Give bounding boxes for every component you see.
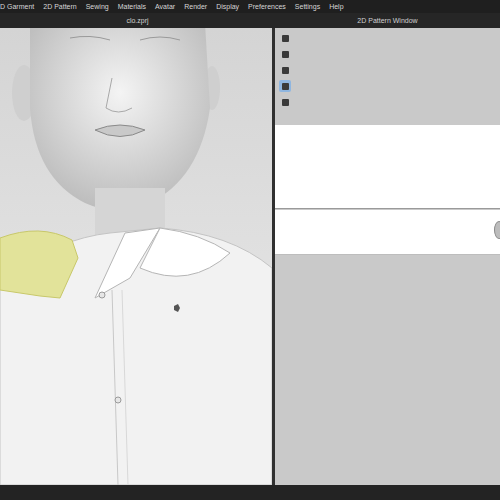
avatar-icon [0, 28, 272, 485]
3d-viewport[interactable] [0, 28, 272, 485]
menu-item[interactable]: Settings [295, 0, 320, 13]
pattern-tool-icon[interactable] [279, 48, 291, 60]
menu-item[interactable]: Avatar [155, 0, 175, 13]
status-bar [0, 485, 500, 500]
2d-pattern-window[interactable] [275, 28, 500, 485]
menu-item[interactable]: 2D Pattern [43, 0, 76, 13]
title-bar: clo.zprj2D Pattern Window [0, 13, 500, 28]
pattern-tool-icon[interactable] [279, 96, 291, 108]
menu-item[interactable]: Materials [118, 0, 146, 13]
pattern-window-title: 2D Pattern Window [275, 13, 500, 28]
pattern-tool-icon[interactable] [279, 80, 291, 92]
pattern-tool-icon[interactable] [279, 32, 291, 44]
workspace [0, 28, 500, 485]
pattern-sheet [275, 125, 500, 209]
pattern-piece[interactable] [494, 221, 500, 239]
menu-item[interactable]: D Garment [0, 0, 34, 13]
pattern-toolbar [279, 32, 291, 108]
menu-item[interactable]: Help [329, 0, 343, 13]
pattern-sheet [275, 210, 500, 255]
menu-item[interactable]: Display [216, 0, 239, 13]
menu-item[interactable]: Preferences [248, 0, 286, 13]
viewport-title: clo.zprj [0, 13, 275, 28]
menu-item[interactable]: Render [184, 0, 207, 13]
menu-item[interactable]: Sewing [86, 0, 109, 13]
pattern-tool-icon[interactable] [279, 64, 291, 76]
menu-bar: D Garment 2D Pattern Sewing Materials Avatar… [0, 0, 500, 13]
app-window: D Garment 2D Pattern Sewing Materials Avatar… [0, 0, 500, 500]
